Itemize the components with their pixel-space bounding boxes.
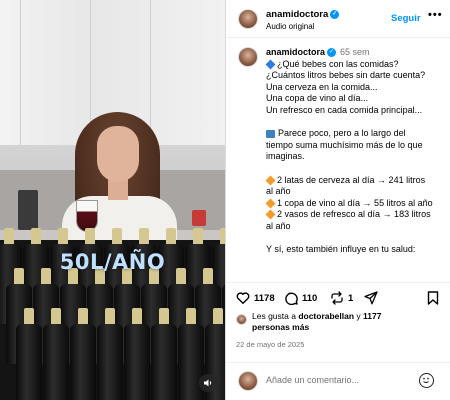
orange-diamond-icon — [265, 209, 276, 220]
caption-line: 1 copa de vino al día → 55 litros al año — [265, 198, 444, 210]
post-date[interactable]: 22 de mayo de 2025 — [236, 340, 304, 349]
share-icon[interactable] — [364, 291, 378, 305]
repost-icon[interactable] — [330, 291, 344, 305]
caption-line: Y sí, esto también influye en tu salud: — [266, 244, 416, 255]
follow-button[interactable]: Seguir — [391, 13, 421, 24]
heart-icon[interactable] — [236, 291, 250, 305]
caption-line: al año — [266, 186, 291, 197]
audio-label[interactable]: Audio original — [266, 22, 314, 31]
caption-username[interactable]: anamidoctora — [266, 47, 325, 57]
avatar[interactable] — [238, 9, 258, 29]
liker-avatar[interactable] — [236, 314, 247, 325]
shares-count[interactable]: 1 — [348, 293, 353, 304]
comments-count[interactable]: 110 — [302, 293, 317, 304]
post-panel: anamidoctora ✓ Audio original Seguir ••• … — [225, 0, 450, 400]
caption-line: tiempo suma muchísimo más de lo que — [266, 139, 423, 150]
post-caption: anamidoctora ✓ 65 sem ¿Qué bebes con las c… — [265, 47, 444, 256]
red-box — [192, 210, 206, 226]
caption-line: Parece poco, pero a lo largo del — [266, 128, 444, 140]
caption-line: Una cerveza en la comida... — [266, 81, 378, 92]
likes-summary[interactable]: Les gusta a doctorabellan y 1177 personas… — [252, 311, 442, 333]
caption-line: 2 vasos de refresco al día → 183 litros — [265, 209, 444, 221]
emoji-icon[interactable] — [419, 373, 434, 388]
mute-icon[interactable] — [199, 374, 217, 392]
knife-block — [18, 190, 38, 230]
bar-chart-icon — [266, 129, 275, 138]
caption-line: imaginas. — [266, 151, 305, 162]
bottle — [97, 324, 123, 400]
bottle — [70, 324, 96, 400]
comment-bar — [226, 362, 450, 400]
likes-count[interactable]: 1178 — [254, 293, 275, 304]
person-face — [97, 126, 139, 182]
blue-diamond-icon — [265, 59, 276, 70]
current-user-avatar — [238, 371, 258, 391]
comment-icon[interactable] — [284, 291, 298, 305]
caption-line: ¿Cuántos litros bebes sin darte cuenta? — [266, 70, 426, 81]
caption-line: 2 latas de cerveza al día → 241 litros — [265, 175, 444, 187]
orange-diamond-icon — [265, 175, 276, 186]
caption-line: ¿Qué bebes con las comidas? — [265, 59, 444, 71]
bottle — [124, 324, 150, 400]
verified-badge-icon: ✓ — [330, 9, 340, 19]
video-overlay-text: 50L/AÑO — [59, 250, 166, 274]
comment-input[interactable] — [266, 375, 416, 385]
post-viewer: 50L/AÑO anamidoctora ✓ Audio original Seg… — [0, 0, 450, 400]
orange-diamond-icon — [265, 198, 276, 209]
header-username-text[interactable]: anamidoctora — [266, 9, 328, 20]
liker-username[interactable]: doctorabellan — [298, 311, 354, 321]
post-time[interactable]: 65 sem — [340, 47, 370, 57]
reel-video[interactable]: 50L/AÑO — [0, 0, 225, 400]
caption-line: Un refresco en cada comida principal... — [266, 104, 423, 115]
caption-line: al año — [266, 220, 291, 231]
verified-badge-icon: ✓ — [327, 48, 337, 58]
caption-line: Una copa de vino al día... — [266, 93, 369, 104]
bottle — [43, 324, 69, 400]
action-bar: 1178 110 1 — [226, 282, 450, 308]
bottle — [151, 324, 177, 400]
header-username[interactable]: anamidoctora ✓ — [266, 9, 340, 20]
bookmark-icon[interactable] — [426, 291, 440, 305]
bottle — [16, 324, 42, 400]
post-header: anamidoctora ✓ Audio original Seguir ••• — [226, 0, 450, 38]
more-options-icon[interactable]: ••• — [428, 9, 443, 21]
caption-avatar[interactable] — [238, 47, 258, 67]
